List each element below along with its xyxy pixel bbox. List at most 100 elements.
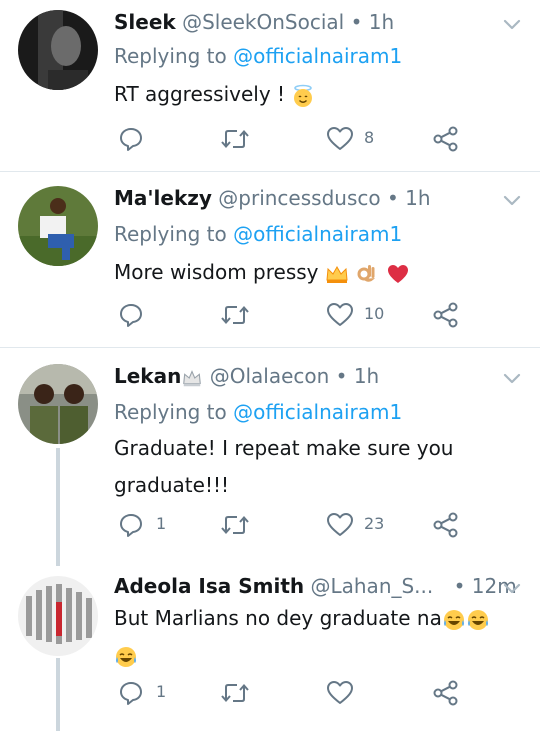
like-button[interactable] [326, 678, 406, 708]
share-icon [433, 512, 458, 538]
reply-bubble-icon [120, 514, 142, 537]
reply-bubble-icon [120, 682, 142, 705]
tweet-text: But Marlians no dey graduate na [114, 600, 514, 674]
like-count: 23 [364, 514, 385, 533]
reply-count: 1 [156, 682, 167, 701]
share-button[interactable] [432, 678, 462, 708]
retweet-button[interactable] [220, 678, 280, 708]
share-button[interactable] [432, 300, 462, 330]
crown-outline-emoji-icon [183, 369, 202, 386]
reply-button[interactable] [118, 124, 178, 154]
innocent-face-emoji-icon [294, 84, 313, 107]
tweet-text-content: RT aggressively ! [114, 82, 286, 106]
reply-button[interactable]: 1 [118, 510, 178, 540]
replying-to: Replying to @officialnairam1 [114, 400, 402, 424]
avatar[interactable] [18, 10, 98, 90]
separator-dot: • [350, 10, 363, 34]
retweet-icon [221, 515, 249, 535]
replying-prefix: Replying to [114, 222, 227, 246]
red-heart-emoji-icon [387, 264, 408, 283]
tweet-text: More wisdom pressy [114, 254, 410, 291]
replying-to: Replying to @officialnairam1 [114, 44, 402, 68]
tweet-actions: 8 [114, 124, 534, 154]
timestamp[interactable]: 1h [369, 10, 394, 34]
like-button[interactable]: 10 [326, 300, 406, 330]
retweet-icon [221, 129, 249, 149]
share-icon [433, 302, 458, 328]
tears-of-joy-emoji-icon [467, 609, 488, 630]
replying-user-link[interactable]: @officialnairam1 [233, 400, 402, 424]
retweet-icon [221, 305, 249, 325]
tears-of-joy-emoji-icon [116, 646, 136, 667]
tweet-header: Ma'lekzy @princessdusco • 1h [114, 186, 431, 210]
tweet-actions: 1 [114, 678, 534, 708]
tweet-sleek[interactable]: Sleek @SleekOnSocial • 1h Replying to @o… [0, 0, 540, 172]
separator-dot: • [386, 186, 399, 210]
separator-dot: • [453, 574, 466, 598]
timestamp[interactable]: 1h [405, 186, 430, 210]
share-button[interactable] [432, 510, 462, 540]
tears-of-joy-emoji-icon [443, 609, 464, 630]
like-button[interactable]: 23 [326, 510, 406, 540]
tweet-actions: 1 23 [114, 510, 534, 540]
heart-outline-icon [327, 303, 353, 326]
tweet-text-line: graduate!!! [114, 473, 229, 497]
replying-to: Replying to @officialnairam1 [114, 222, 402, 246]
timestamp[interactable]: 1h [354, 364, 379, 388]
tweet-text-line: Graduate! I repeat make sure you [114, 436, 454, 460]
replying-prefix: Replying to [114, 44, 227, 68]
reply-count: 1 [156, 514, 167, 533]
crown-emoji-icon [326, 265, 348, 283]
reply-bubble-icon [120, 128, 142, 151]
tweet-text-content: But Marlians no dey graduate na [114, 606, 442, 630]
avatar-image [18, 576, 98, 656]
avatar-image [18, 10, 98, 90]
display-name[interactable]: Ma'lekzy [114, 186, 212, 210]
replying-prefix: Replying to [114, 400, 227, 424]
chevron-down-icon[interactable] [500, 576, 524, 600]
separator-dot: • [335, 364, 348, 388]
heart-outline-icon [327, 681, 353, 704]
chevron-down-icon[interactable] [500, 366, 524, 390]
retweet-icon [221, 683, 249, 703]
user-handle[interactable]: @princessdusco [218, 186, 380, 210]
retweet-button[interactable] [220, 124, 280, 154]
avatar[interactable] [18, 186, 98, 266]
share-icon [433, 680, 458, 706]
avatar-image [18, 364, 98, 444]
avatar[interactable] [18, 364, 98, 444]
reply-button[interactable]: 1 [118, 678, 178, 708]
like-count: 10 [364, 304, 385, 323]
reply-button[interactable] [118, 300, 178, 330]
tweet-header: Lekan @Olalaecon • 1h [114, 364, 379, 389]
display-name[interactable]: Lekan [114, 364, 181, 388]
tweet-header: Sleek @SleekOnSocial • 1h [114, 10, 394, 34]
avatar-image [18, 186, 98, 266]
tweet-text: Graduate! I repeat make sure you graduat… [114, 430, 453, 504]
retweet-button[interactable] [220, 510, 280, 540]
tweet-adeola[interactable]: Adeola Isa Smith @Lahan_S... • 12m But M… [0, 562, 540, 731]
display-name[interactable]: Sleek [114, 10, 176, 34]
ok-hand-emoji-icon [357, 264, 376, 282]
tweet-actions: 10 [114, 300, 534, 330]
tweet-text: RT aggressively ! [114, 76, 315, 113]
retweet-button[interactable] [220, 300, 280, 330]
display-name[interactable]: Adeola Isa Smith [114, 574, 304, 598]
user-handle[interactable]: @SleekOnSocial [182, 10, 344, 34]
chevron-down-icon[interactable] [500, 12, 524, 36]
share-button[interactable] [432, 124, 462, 154]
replying-user-link[interactable]: @officialnairam1 [233, 44, 402, 68]
like-button[interactable]: 8 [326, 124, 406, 154]
tweet-lekan[interactable]: Lekan @Olalaecon • 1h Replying to @offic… [0, 348, 540, 562]
avatar[interactable] [18, 576, 98, 656]
reply-bubble-icon [120, 304, 142, 327]
tweet-header: Adeola Isa Smith @Lahan_S... • 12m [114, 574, 517, 598]
share-icon [433, 126, 458, 152]
like-count: 8 [364, 128, 375, 147]
replying-user-link[interactable]: @officialnairam1 [233, 222, 402, 246]
heart-outline-icon [327, 513, 353, 536]
tweet-malekzy[interactable]: Ma'lekzy @princessdusco • 1h Replying to… [0, 172, 540, 348]
user-handle[interactable]: @Lahan_S... [310, 574, 433, 598]
user-handle[interactable]: @Olalaecon [210, 364, 330, 388]
chevron-down-icon[interactable] [500, 188, 524, 212]
